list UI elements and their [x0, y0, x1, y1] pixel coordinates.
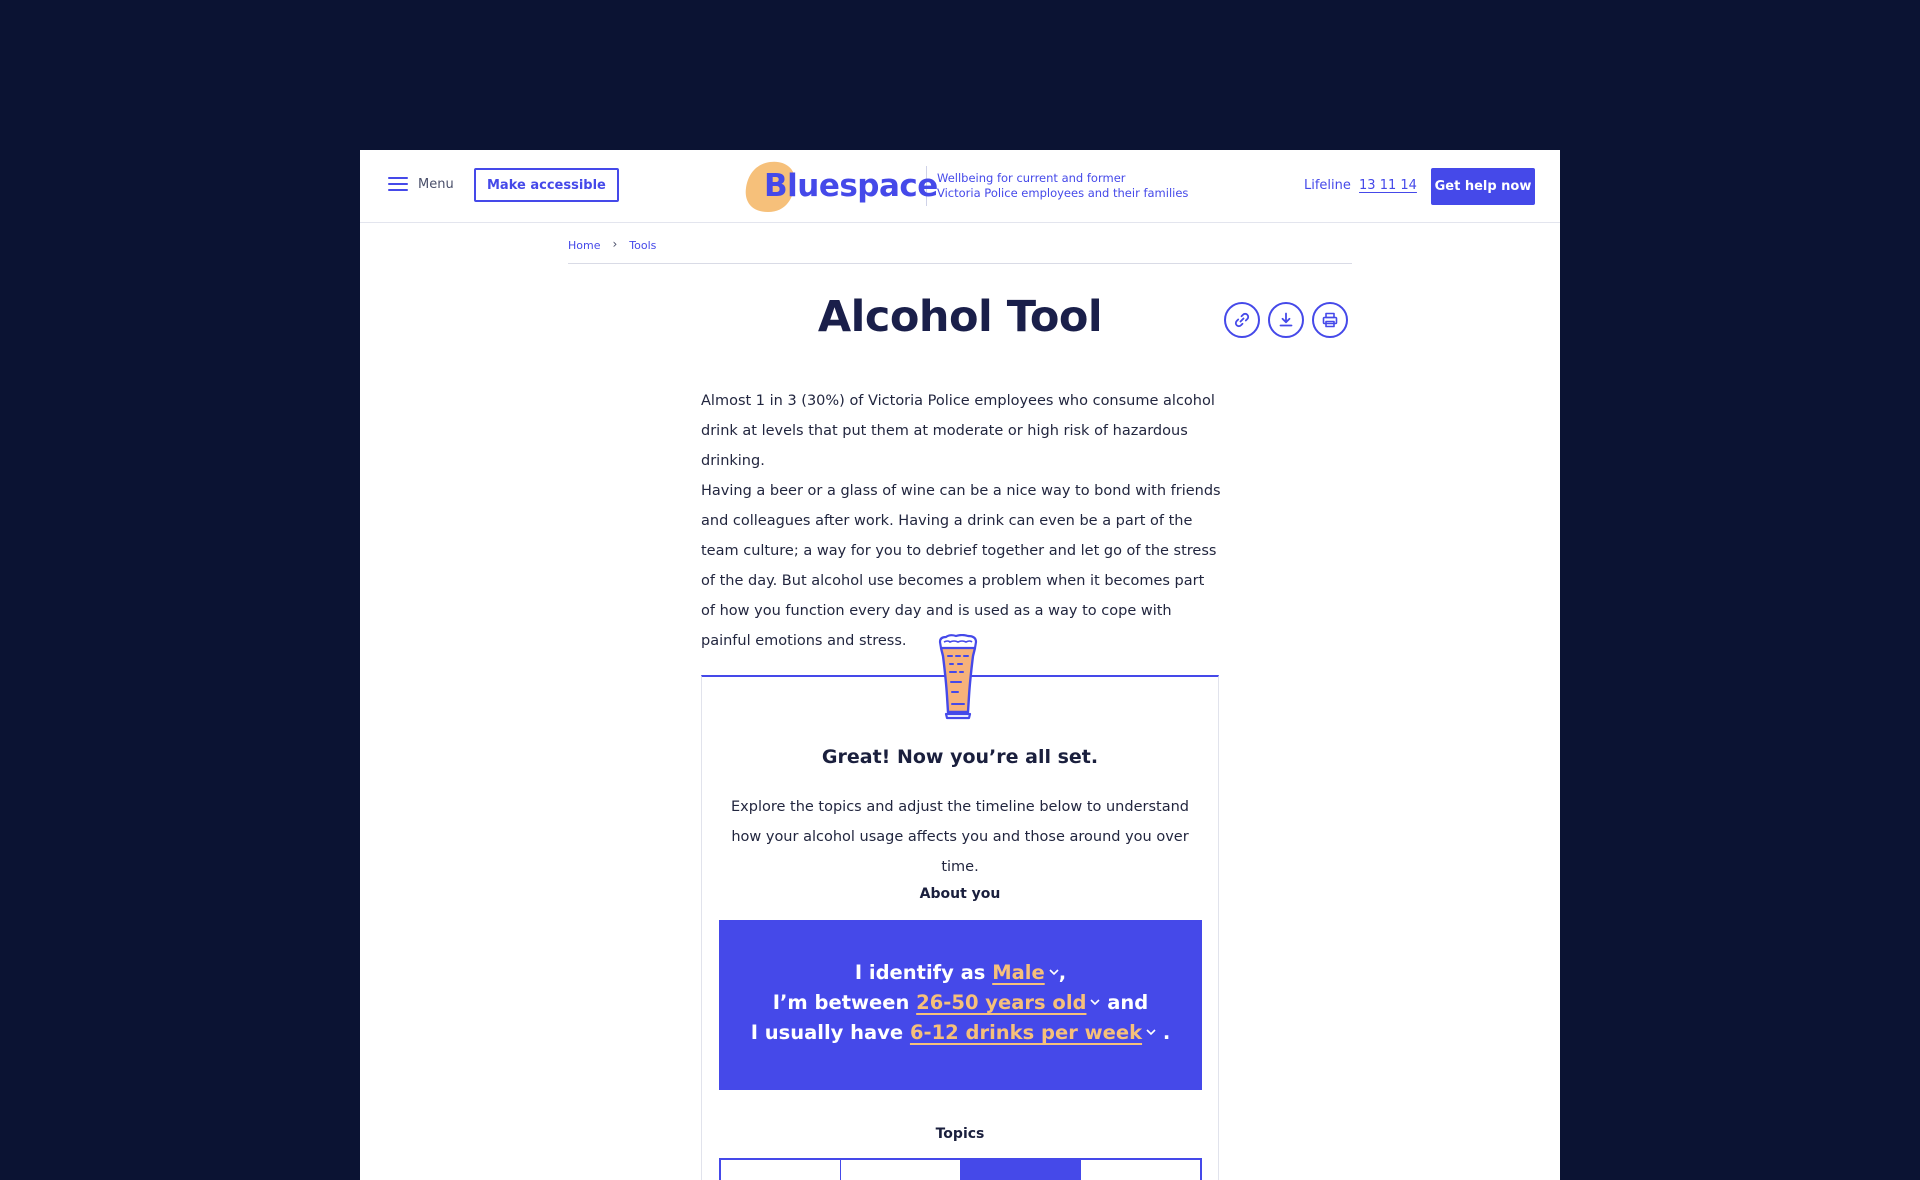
logo: Bluespace: [742, 158, 938, 214]
topic-tab-4[interactable]: [1081, 1160, 1200, 1180]
gender-suffix: ,: [1058, 961, 1067, 984]
download-icon: [1279, 312, 1293, 327]
tool-description: Explore the topics and adjust the timeli…: [731, 799, 1189, 875]
gender-line: I identify as Male,: [719, 958, 1202, 988]
download-button[interactable]: [1268, 302, 1304, 338]
logo-text: Bluespace: [764, 168, 938, 204]
chevron-down-icon: [1146, 1029, 1156, 1036]
age-value: 26-50 years old: [916, 991, 1087, 1014]
topic-tab-2[interactable]: [841, 1160, 961, 1180]
drinks-suffix: .: [1162, 1021, 1171, 1044]
copy-link-button[interactable]: [1224, 302, 1260, 338]
beer-glass-icon: [938, 634, 978, 720]
intro-paragraph-1: Almost 1 in 3 (30%) of Victoria Police e…: [701, 393, 1215, 469]
page-title: Alcohol Tool: [817, 292, 1103, 342]
topics-label: Topics: [935, 1126, 985, 1142]
brand[interactable]: Bluespace Wellbeing for current and form…: [742, 158, 1188, 214]
breadcrumb-home[interactable]: Home: [568, 239, 600, 252]
lifeline-label: Lifeline: [1304, 178, 1351, 193]
about-you-label: About you: [919, 886, 1001, 902]
page-card: Menu Make accessible Bluespace Wellbeing…: [360, 150, 1560, 1180]
breadcrumb: Home › Tools: [568, 234, 1352, 264]
lifeline-number[interactable]: 13 11 14: [1359, 178, 1417, 193]
drinks-value: 6-12 drinks per week: [909, 1021, 1143, 1044]
drinks-line: I usually have 6-12 drinks per week .: [719, 1018, 1202, 1048]
site-header: Menu Make accessible Bluespace Wellbeing…: [360, 150, 1560, 223]
tagline-line-2: Victoria Police employees and their fami…: [937, 186, 1189, 200]
lifeline[interactable]: Lifeline 13 11 14: [1304, 178, 1417, 193]
gender-prefix: I identify as: [854, 961, 986, 984]
age-suffix: and: [1107, 991, 1149, 1014]
link-icon: [1234, 312, 1250, 328]
age-select[interactable]: 26-50 years old: [916, 991, 1101, 1014]
topic-tab-1[interactable]: [721, 1160, 841, 1180]
age-line: I’m between 26-50 years old and: [719, 988, 1202, 1018]
get-help-button[interactable]: Get help now: [1431, 168, 1535, 205]
hamburger-icon: [388, 176, 408, 192]
tagline: Wellbeing for current and former Victori…: [937, 171, 1188, 201]
drinks-prefix: I usually have: [750, 1021, 904, 1044]
age-prefix: I’m between: [772, 991, 910, 1014]
topic-tab-3[interactable]: [961, 1160, 1081, 1180]
intro-paragraph-2: Having a beer or a glass of wine can be …: [701, 483, 1221, 649]
page-actions: [1224, 302, 1348, 338]
tool-heading: Great! Now you’re all set.: [821, 746, 1099, 768]
chevron-down-icon: [1049, 969, 1059, 976]
tagline-line-1: Wellbeing for current and former: [937, 171, 1126, 185]
menu-button[interactable]: Menu: [388, 176, 454, 192]
print-icon: [1322, 312, 1338, 328]
breadcrumb-separator-icon: ›: [612, 237, 618, 251]
print-button[interactable]: [1312, 302, 1348, 338]
chevron-down-icon: [1090, 999, 1101, 1006]
about-you-panel: I identify as Male, I’m between 26-50 ye…: [719, 920, 1202, 1090]
breadcrumb-tools[interactable]: Tools: [629, 239, 656, 252]
intro-text: Almost 1 in 3 (30%) of Victoria Police e…: [701, 386, 1221, 656]
make-accessible-button[interactable]: Make accessible: [474, 168, 619, 202]
drinks-select[interactable]: 6-12 drinks per week: [910, 1021, 1156, 1044]
gender-select[interactable]: Male: [992, 961, 1059, 984]
menu-label: Menu: [418, 176, 454, 192]
gender-value: Male: [992, 961, 1045, 984]
topics-tabs: [719, 1158, 1202, 1180]
